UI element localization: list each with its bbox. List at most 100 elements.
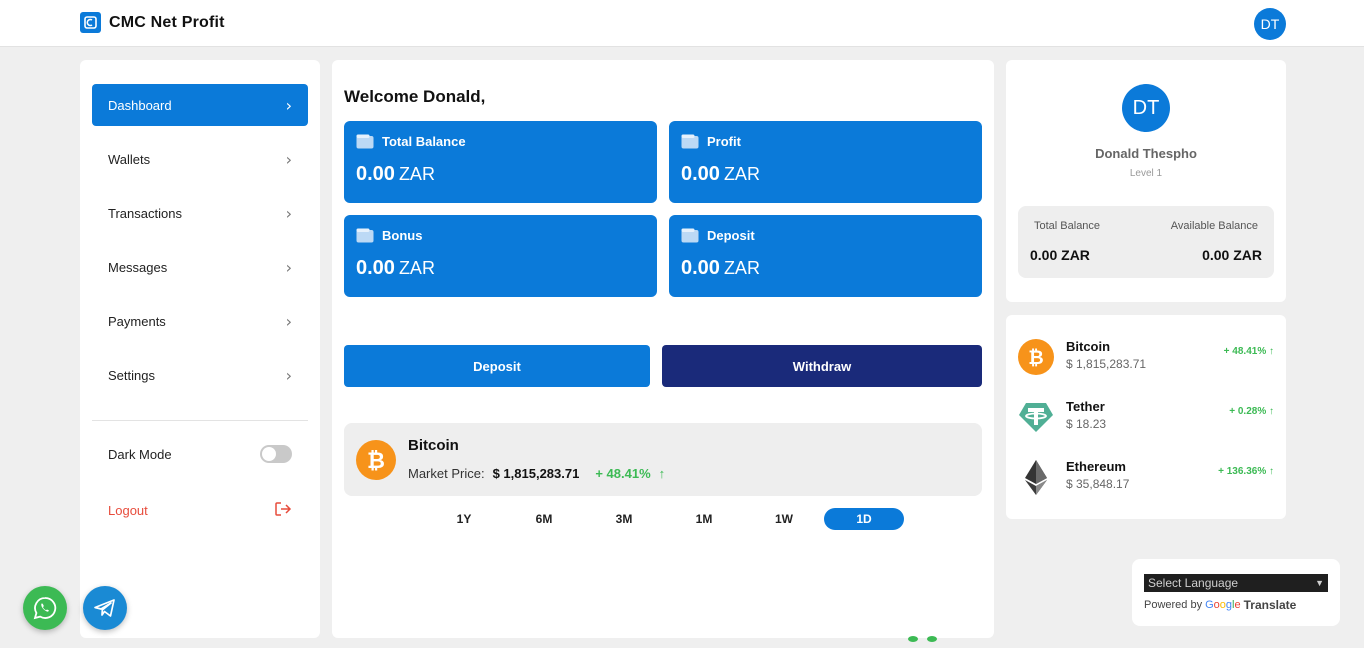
card-currency: ZAR <box>398 164 435 184</box>
profile-avatar: DT <box>1122 84 1170 132</box>
sidebar-item-label: Settings <box>108 367 155 383</box>
translate-link[interactable]: Translate <box>1244 598 1297 612</box>
sidebar-item-wallets[interactable]: Wallets › <box>92 138 308 180</box>
coin-price: $ 35,848.17 <box>1066 477 1130 491</box>
logout-label: Logout <box>108 502 148 518</box>
period-3m[interactable]: 3M <box>584 508 664 530</box>
telegram-icon <box>94 599 115 617</box>
chart-loading-icon <box>908 636 937 642</box>
total-balance-label: Total Balance <box>1034 220 1101 232</box>
dark-mode-toggle[interactable] <box>260 445 292 463</box>
profile-level: Level 1 <box>1129 168 1163 179</box>
sidebar-item-settings[interactable]: Settings › <box>92 354 308 396</box>
coin-name: Bitcoin <box>408 437 459 454</box>
coin-price: $ 18.23 <box>1066 417 1107 431</box>
card-value: 0.00 <box>356 257 395 279</box>
coin-name: Tether <box>1066 399 1105 414</box>
market-price-value: $ 1,815,283.71 <box>492 466 580 481</box>
period-1m[interactable]: 1M <box>664 508 744 530</box>
logout-icon <box>274 501 292 520</box>
coin-change: + 136.36% ↑ <box>1218 466 1274 477</box>
user-avatar[interactable]: DT <box>1254 8 1286 40</box>
total-balance-card: Total Balance 0.00 ZAR <box>344 121 657 203</box>
sidebar: Dashboard › Wallets › Transactions › Mes… <box>80 60 320 638</box>
sidebar-item-transactions[interactable]: Transactions › <box>92 192 308 234</box>
list-item[interactable]: ₿ Bitcoin $ 1,815,283.71 + 48.41% ↑ <box>1018 336 1274 376</box>
wallet-icon <box>681 134 699 149</box>
chevron-down-icon: ▼ <box>1315 578 1324 588</box>
google-logo: Google <box>1205 599 1241 611</box>
balance-summary: Total Balance Available Balance 0.00 ZAR… <box>1018 206 1274 278</box>
sidebar-divider <box>92 420 308 421</box>
card-currency: ZAR <box>723 258 760 278</box>
top-bar: CMC Net Profit DT <box>0 0 1364 47</box>
card-value: 0.00 <box>681 163 720 185</box>
coin-market-box: ₿ Bitcoin Market Price: $ 1,815,283.71 +… <box>344 423 982 496</box>
wallet-icon <box>681 228 699 243</box>
deposit-button[interactable]: Deposit <box>344 345 650 387</box>
bitcoin-icon: ₿ <box>1018 339 1054 375</box>
bonus-card: Bonus 0.00 ZAR <box>344 215 657 297</box>
sidebar-item-dashboard[interactable]: Dashboard › <box>92 84 308 126</box>
sidebar-item-label: Dashboard <box>108 97 172 113</box>
sidebar-item-label: Messages <box>108 259 168 275</box>
sidebar-item-label: Wallets <box>108 151 151 167</box>
arrow-up-icon: ↑ <box>658 466 666 481</box>
coin-name: Ethereum <box>1066 459 1126 474</box>
coin-change: + 0.28% ↑ <box>1229 406 1274 417</box>
withdraw-button[interactable]: Withdraw <box>662 345 982 387</box>
main-panel: Welcome Donald, Total Balance 0.00 ZAR Pr… <box>332 60 994 638</box>
card-label: Deposit <box>707 228 755 243</box>
wallet-icon <box>356 134 374 149</box>
available-balance-value: 0.00 ZAR <box>1202 247 1262 263</box>
brand-logo-icon <box>80 12 101 33</box>
sidebar-item-payments[interactable]: Payments › <box>92 300 308 342</box>
list-item[interactable]: Tether $ 18.23 + 0.28% ↑ <box>1018 396 1274 436</box>
telegram-button[interactable] <box>83 586 127 630</box>
list-item[interactable]: Ethereum $ 35,848.17 + 136.36% ↑ <box>1018 456 1274 496</box>
market-price-label: Market Price: <box>408 466 485 481</box>
sidebar-item-messages[interactable]: Messages › <box>92 246 308 288</box>
svg-text:₿: ₿ <box>367 449 385 474</box>
ethereum-icon <box>1025 460 1047 495</box>
total-balance-value: 0.00 ZAR <box>1030 247 1090 263</box>
sidebar-item-label: Transactions <box>108 205 182 221</box>
card-label: Total Balance <box>382 134 466 149</box>
whatsapp-icon <box>33 597 57 620</box>
bitcoin-icon: ₿ <box>356 440 396 480</box>
chevron-right-icon: › <box>285 365 292 385</box>
welcome-heading: Welcome Donald, <box>344 87 486 106</box>
powered-by-label: Powered by <box>1144 599 1203 611</box>
card-value: 0.00 <box>681 257 720 279</box>
chevron-right-icon: › <box>285 149 292 169</box>
dark-mode-row: Dark Mode <box>108 444 292 464</box>
period-6m[interactable]: 6M <box>504 508 584 530</box>
chevron-right-icon: › <box>285 311 292 331</box>
whatsapp-button[interactable] <box>23 586 67 630</box>
chevron-right-icon: › <box>285 95 292 115</box>
brand-title: CMC Net Profit <box>109 13 225 31</box>
wallet-icon <box>356 228 374 243</box>
period-1y[interactable]: 1Y <box>424 508 504 530</box>
language-select[interactable]: Select Language ▼ <box>1144 574 1328 592</box>
period-selector: 1Y 6M 3M 1M 1W 1D <box>424 508 904 530</box>
chevron-right-icon: › <box>285 203 292 223</box>
profile-name: Donald Thespho <box>1095 146 1197 161</box>
translate-widget: Select Language ▼ Powered by Google Tran… <box>1132 559 1340 626</box>
logout-link[interactable]: Logout <box>108 500 292 520</box>
chevron-right-icon: › <box>285 257 292 277</box>
coin-price: $ 1,815,283.71 <box>1066 357 1147 371</box>
card-currency: ZAR <box>723 164 760 184</box>
period-1d[interactable]: 1D <box>824 508 904 530</box>
card-label: Bonus <box>382 228 423 243</box>
brand[interactable]: CMC Net Profit <box>80 12 225 33</box>
language-select-label: Select Language <box>1148 576 1239 590</box>
period-1w[interactable]: 1W <box>744 508 824 530</box>
powered-by: Powered by Google Translate <box>1144 598 1296 612</box>
sidebar-item-label: Payments <box>108 313 166 329</box>
market-change: + 48.41% <box>595 466 651 481</box>
card-label: Profit <box>707 134 741 149</box>
coin-change: + 48.41% ↑ <box>1223 346 1274 357</box>
coin-list: ₿ Bitcoin $ 1,815,283.71 + 48.41% ↑ Teth… <box>1006 315 1286 519</box>
deposit-card: Deposit 0.00 ZAR <box>669 215 982 297</box>
